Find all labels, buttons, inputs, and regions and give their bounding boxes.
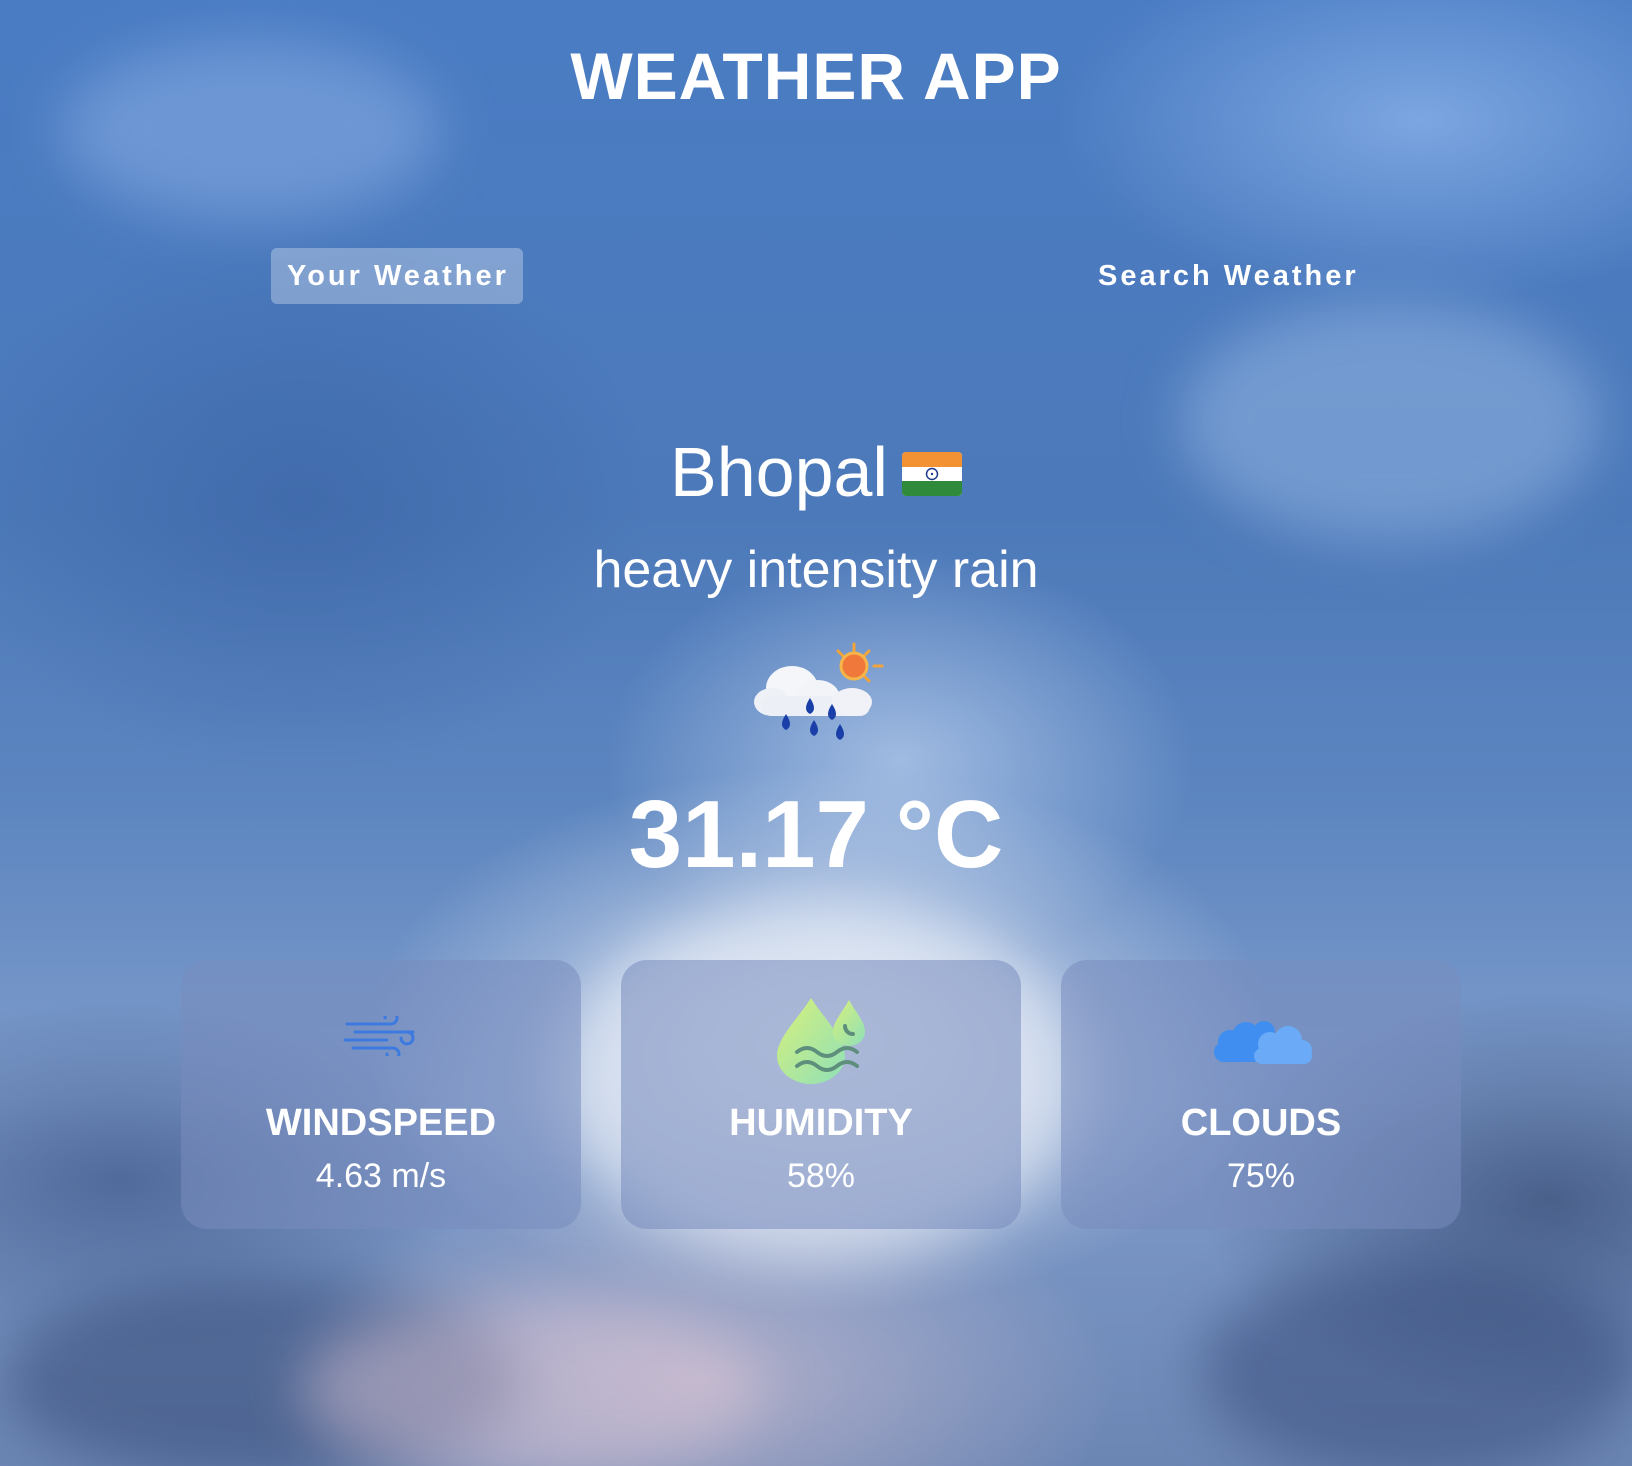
windspeed-label: WINDSPEED <box>265 1102 497 1144</box>
humidity-label: HUMIDITY <box>729 1102 913 1144</box>
windspeed-value: 4.63 m/s <box>315 1157 447 1195</box>
tab-your-weather[interactable]: Your Weather <box>271 248 523 304</box>
location: Bhopal <box>0 432 1632 512</box>
humidity-value: 58% <box>786 1157 856 1195</box>
stat-card-humidity: HUMIDITY 58% <box>621 960 1021 1229</box>
clouds-icon <box>1061 1020 1461 1064</box>
clouds-label: CLOUDS <box>1180 1102 1342 1144</box>
rain-cloud-sun-icon <box>752 640 884 750</box>
weather-description: heavy intensity rain <box>593 541 1039 599</box>
wind-icon <box>181 1016 581 1056</box>
temperature-reading: 31.17 °C <box>628 781 1004 888</box>
stat-card-clouds: CLOUDS 75% <box>1061 960 1461 1229</box>
humidity-icon <box>621 996 1021 1086</box>
clouds-value: 75% <box>1226 1157 1296 1195</box>
app-title: WEATHER APP <box>570 39 1062 113</box>
city-name: Bhopal <box>670 433 888 511</box>
tab-search-weather[interactable]: Search Weather <box>1082 248 1375 304</box>
india-flag-icon <box>901 432 962 512</box>
stat-card-windspeed: WINDSPEED 4.63 m/s <box>181 960 581 1229</box>
